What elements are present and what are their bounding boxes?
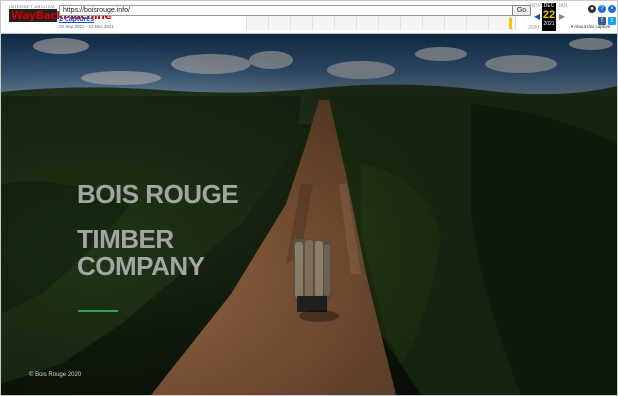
hero-section: BOIS ROUGE TIMBER COMPANY: [1, 34, 617, 395]
close-icon[interactable]: ×: [608, 5, 616, 13]
next-month-label[interactable]: JAN: [558, 3, 567, 9]
about-capture-label: About this capture: [574, 24, 611, 29]
wayback-logo[interactable]: INTERNET ARCHIVE WayBackMachine: [9, 4, 112, 26]
wayback-url-input[interactable]: https://boisrouge.info/: [59, 5, 515, 16]
capture-sparkline[interactable]: [246, 16, 516, 30]
capture-bar[interactable]: [509, 18, 512, 29]
current-day: 22: [542, 9, 556, 21]
prev-year-label[interactable]: 2020: [528, 25, 539, 31]
prev-month-label[interactable]: NOV: [530, 3, 541, 9]
next-capture-icon[interactable]: ▶: [559, 12, 565, 21]
user-icon[interactable]: ●: [588, 5, 596, 13]
headline-accent-line: [78, 310, 118, 312]
capture-date-range: 22 Sep 2021 - 22 Dec 2021: [59, 24, 115, 29]
browser-frame: INTERNET ARCHIVE WayBackMachine https://…: [0, 0, 618, 396]
capture-calendar: NOV ◀ DEC 22 2021 ▶ JAN 2020: [528, 3, 568, 31]
headline-line-3: COMPANY: [77, 251, 205, 281]
copyright-text: © Bois Rouge 2020: [29, 372, 82, 378]
current-capture-date: DEC 22 2021: [542, 3, 556, 31]
headline-line-1: BOIS ROUGE: [77, 179, 239, 209]
wayback-machine-wordmark: WayBackMachine: [9, 9, 112, 22]
previous-capture-icon[interactable]: ◀: [534, 12, 540, 21]
headline-line-2: TIMBER: [77, 224, 174, 254]
help-icon[interactable]: ?: [598, 5, 606, 13]
captures-link[interactable]: 2 captures: [59, 16, 94, 24]
hero-background-image: [1, 34, 617, 395]
current-year: 2021: [543, 21, 555, 27]
wayback-toolbar: INTERNET ARCHIVE WayBackMachine https://…: [1, 1, 617, 34]
about-capture-link[interactable]: ▾ About this capture: [571, 24, 611, 30]
